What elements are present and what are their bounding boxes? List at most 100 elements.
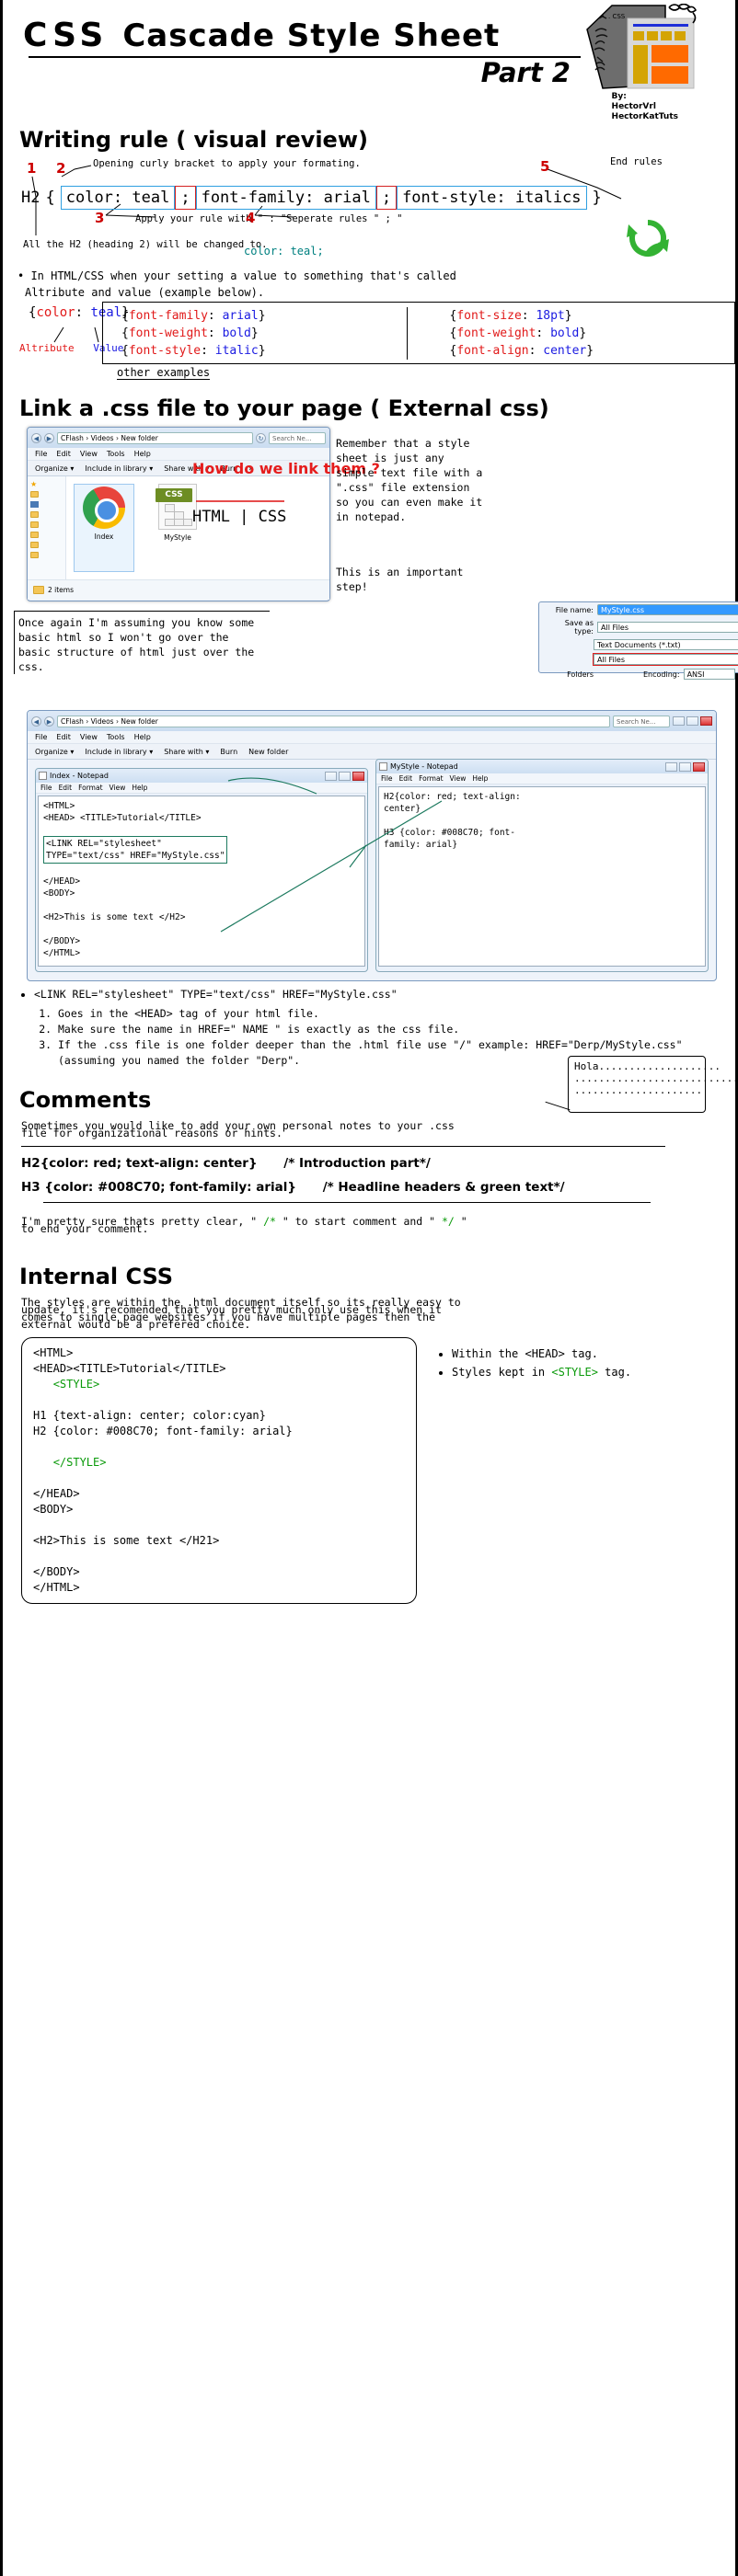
menu-tools[interactable]: Tools bbox=[107, 733, 125, 741]
comment-example-1-code: H2{color: red; text-align: center} bbox=[21, 1156, 258, 1171]
example-row: {font-weight: bold} bbox=[449, 326, 587, 340]
filename-label: File name: bbox=[555, 605, 594, 614]
refresh-icon[interactable]: ↻ bbox=[256, 432, 266, 443]
filename-input[interactable]: MyStyle.css bbox=[597, 604, 738, 615]
explorer-statusbar: 2 items bbox=[28, 579, 329, 600]
explorer-window-large[interactable]: ◀ ▶ CFlash › Videos › New folder Search … bbox=[27, 710, 717, 981]
code-line: H2 {color: #008C70; font-family: arial} bbox=[33, 1425, 293, 1437]
menu-help[interactable]: Help bbox=[134, 450, 151, 458]
code-block: </HEAD> <BODY> <H2>This is some text </H… bbox=[43, 876, 186, 958]
title-css: CSS bbox=[23, 17, 109, 54]
closing-c: " bbox=[454, 1215, 467, 1228]
folders-label[interactable]: Folders bbox=[544, 670, 594, 679]
css-file-icon: CSS bbox=[156, 484, 197, 530]
minimize-button[interactable] bbox=[665, 761, 677, 772]
save-as-dialog[interactable]: File name: MyStyle.css Save as type: All… bbox=[538, 601, 738, 680]
menu-help[interactable]: Help bbox=[132, 784, 147, 792]
by-label: By: bbox=[611, 92, 627, 101]
close-button[interactable] bbox=[700, 716, 712, 726]
css-rule-line: H2 { color: teal ; font-family: arial ; … bbox=[21, 186, 607, 210]
hola-speech-bubble: Hola.................... ...............… bbox=[568, 1056, 738, 1113]
menu-edit[interactable]: Edit bbox=[56, 733, 71, 741]
back-button[interactable]: ◀ bbox=[31, 716, 41, 727]
style-open-tag: <STYLE> bbox=[52, 1378, 100, 1391]
close-button[interactable] bbox=[693, 761, 705, 772]
sidebar-item[interactable] bbox=[30, 540, 63, 550]
window-controls[interactable] bbox=[665, 761, 705, 772]
forward-button[interactable]: ▶ bbox=[44, 716, 54, 727]
folder-icon bbox=[30, 532, 39, 538]
option-all-files[interactable]: All Files bbox=[593, 653, 738, 666]
encoding-select[interactable]: ANSI bbox=[683, 669, 735, 680]
desktop-icon bbox=[30, 501, 39, 508]
value: center bbox=[543, 343, 587, 358]
menu-view[interactable]: View bbox=[80, 450, 98, 458]
menu-file[interactable]: File bbox=[35, 450, 47, 458]
note2-a: Styles kept in bbox=[452, 1366, 552, 1379]
important-step-note: This is an important step! bbox=[336, 566, 464, 593]
sidebar-item[interactable] bbox=[30, 509, 63, 520]
examples-column-2: {font-size: 18pt} {font-weight: bold} {f… bbox=[406, 306, 735, 360]
menu-file[interactable]: File bbox=[40, 784, 52, 792]
sidebar-favorites[interactable]: ★ bbox=[30, 479, 63, 489]
sidebar-item[interactable] bbox=[30, 489, 63, 499]
menu-edit[interactable]: Edit bbox=[56, 450, 71, 458]
toolbar-new-folder[interactable]: New folder bbox=[248, 748, 288, 756]
explorer-sidebar[interactable]: ★ bbox=[28, 476, 66, 579]
menu-file[interactable]: File bbox=[35, 733, 47, 741]
attr: font-style bbox=[128, 343, 202, 358]
code-line: </BODY> bbox=[33, 1565, 80, 1578]
toolbar-burn[interactable]: Burn bbox=[220, 748, 237, 756]
forward-button[interactable]: ▶ bbox=[44, 432, 54, 443]
toolbar-organize[interactable]: Organize ▾ bbox=[35, 748, 74, 756]
file-item-index[interactable]: Index bbox=[74, 484, 134, 572]
star-icon: ★ bbox=[30, 480, 38, 488]
css-grid-glyph bbox=[165, 504, 192, 526]
back-button[interactable]: ◀ bbox=[31, 432, 41, 443]
toolbar-include-library[interactable]: Include in library ▾ bbox=[85, 748, 153, 756]
option-text-documents[interactable]: Text Documents (*.txt) bbox=[594, 639, 738, 650]
sidebar-item[interactable] bbox=[30, 520, 63, 530]
comment-example-2-note: /* Headline headers & green text*/ bbox=[322, 1180, 565, 1195]
search-input[interactable]: Search Ne... bbox=[613, 715, 670, 727]
declaration-3: font-style: italics bbox=[397, 186, 587, 210]
file-item-mystyle[interactable]: CSS MyStyle bbox=[147, 484, 208, 572]
savetype-label: Save as type: bbox=[564, 619, 594, 635]
sidebar-item[interactable] bbox=[30, 550, 63, 560]
list-item: <LINK REL="stylesheet" TYPE="text/css" H… bbox=[34, 987, 732, 1002]
toolbar-include-library[interactable]: Include in library ▾ bbox=[85, 464, 153, 473]
assume-note: Once again I'm assuming you know some ba… bbox=[14, 611, 270, 674]
menu-help[interactable]: Help bbox=[472, 774, 488, 783]
menu-view[interactable]: View bbox=[80, 733, 98, 741]
menu-help[interactable]: Help bbox=[134, 733, 151, 741]
comment-example-2: H3 {color: #008C70; font-family: arial} … bbox=[21, 1180, 732, 1195]
closing-b: " to start comment and " bbox=[275, 1215, 442, 1228]
encoding-label: Encoding: bbox=[643, 670, 680, 679]
address-bar[interactable]: CFlash › Videos › New folder bbox=[57, 715, 610, 727]
annotation-text-4: Seperate rules " ; " bbox=[286, 213, 403, 224]
explorer-titlebar: ◀ ▶ CFlash › Videos › New folder ↻ Searc… bbox=[28, 428, 329, 448]
divider bbox=[43, 1202, 651, 1203]
maximize-button[interactable] bbox=[679, 761, 691, 772]
large-explorer-titlebar: ◀ ▶ CFlash › Videos › New folder Search … bbox=[28, 711, 716, 731]
closing-start-token: /* bbox=[263, 1215, 276, 1228]
toolbar-share-with[interactable]: Share with ▾ bbox=[164, 748, 209, 756]
toolbar-organize[interactable]: Organize ▾ bbox=[35, 464, 74, 473]
address-bar[interactable]: CFlash › Videos › New folder bbox=[57, 431, 253, 444]
savetype-row: Save as type: All Files bbox=[539, 617, 738, 637]
menu-tools[interactable]: Tools bbox=[107, 450, 125, 458]
red-underline bbox=[196, 500, 284, 502]
window-controls[interactable] bbox=[673, 716, 712, 726]
sidebar-item[interactable] bbox=[30, 530, 63, 540]
menu-edit[interactable]: Edit bbox=[59, 784, 73, 792]
menu-view[interactable]: View bbox=[110, 784, 126, 792]
search-input[interactable]: Search Ne... bbox=[269, 431, 326, 444]
folder-icon bbox=[30, 521, 39, 528]
minimize-button[interactable] bbox=[673, 716, 685, 726]
attr-value-bullet-line2: Altribute and value (example below). bbox=[25, 286, 265, 299]
maximize-button[interactable] bbox=[686, 716, 698, 726]
savetype-select[interactable]: All Files bbox=[597, 622, 738, 633]
sidebar-item[interactable] bbox=[30, 499, 63, 509]
menu-format[interactable]: Format bbox=[78, 784, 102, 792]
example-row: {font-size: 18pt} bbox=[449, 308, 572, 323]
